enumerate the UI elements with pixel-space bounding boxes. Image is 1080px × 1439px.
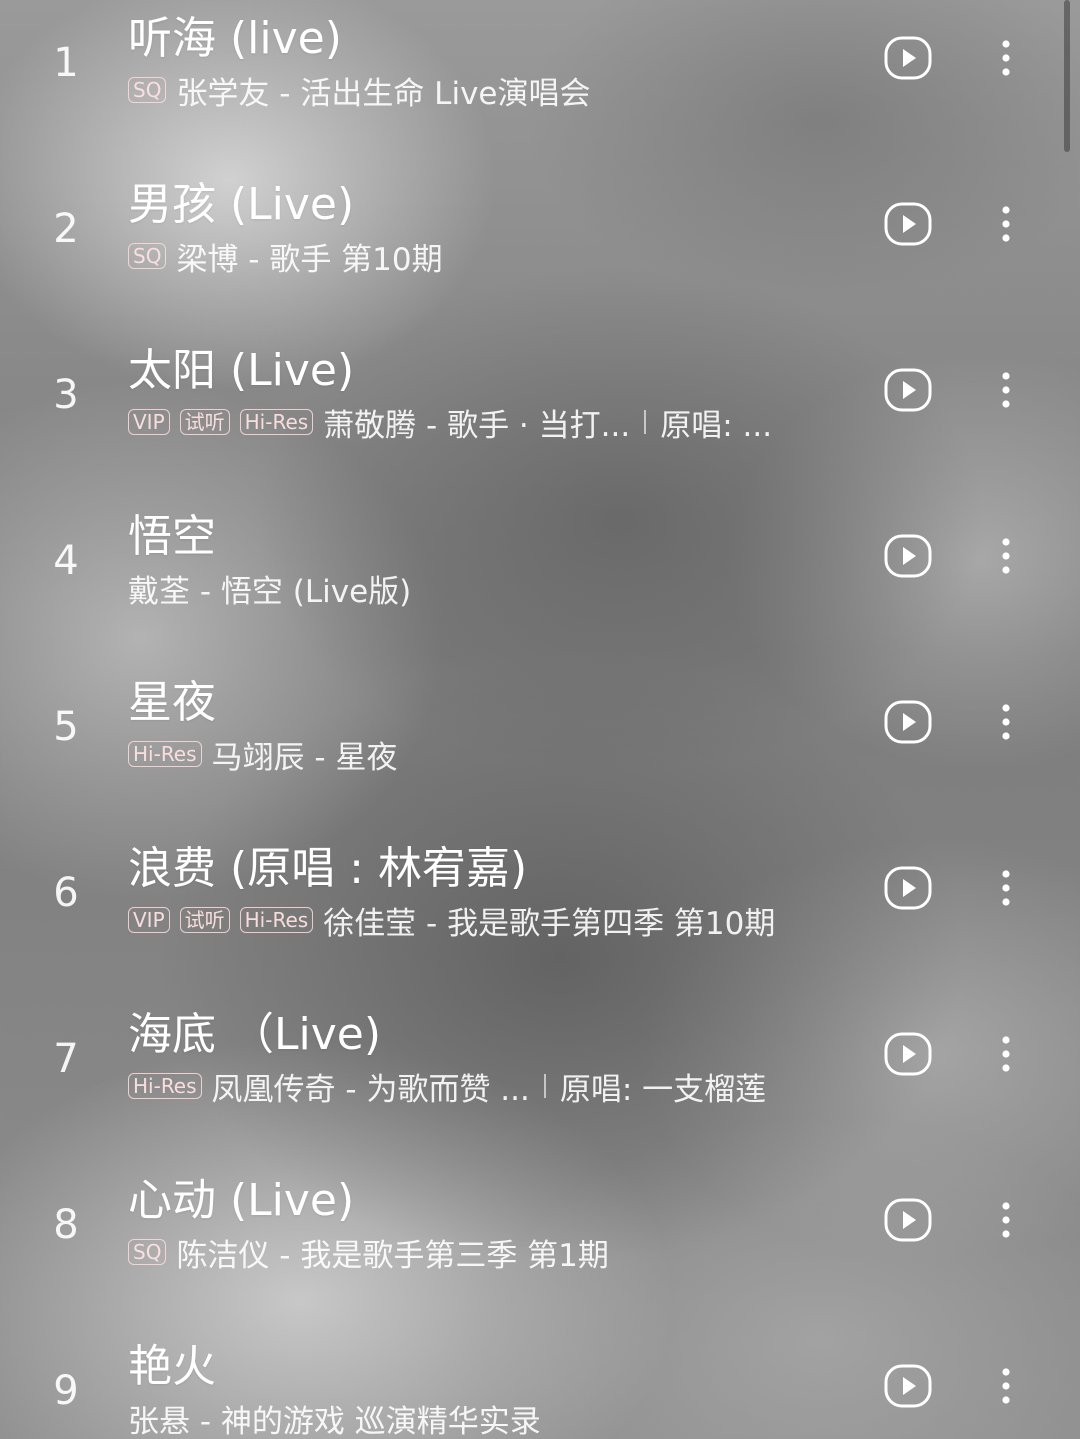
song-row-6[interactable]: 6 浪费 (原唱 : 林宥嘉) VIP 试听 Hi-Res 徐佳莹 - 我是歌手… [0,840,1060,990]
more-vertical-icon [1002,372,1010,408]
play-circle-icon [884,534,932,578]
play-button[interactable] [884,1032,932,1076]
song-row-7[interactable]: 7 海底 （Live) Hi-Res 凤凰传奇 - 为歌而赞 ... 原唱: 一… [0,1006,1060,1156]
song-subtitle: 戴荃 - 悟空 (Live版) [128,573,412,610]
more-options-button[interactable] [994,1364,1018,1408]
song-rank: 3 [53,372,79,418]
more-vertical-icon [1002,1036,1010,1072]
more-options-button[interactable] [994,1032,1018,1076]
play-button[interactable] [884,368,932,412]
song-meta: Hi-Res 凤凰传奇 - 为歌而赞 ... 原唱: 一支榴莲 [128,1066,767,1108]
more-options-button[interactable] [994,534,1018,578]
play-circle-icon [884,202,932,246]
song-title[interactable]: 心动 (Live) [128,1164,354,1228]
song-subtitle: 萧敬腾 - 歌手 · 当打... [323,407,631,444]
song-subtitle: 张悬 - 神的游戏 巡演精华实录 [128,1403,541,1439]
song-title[interactable]: 海底 （Live) [128,998,381,1062]
song-row-5[interactable]: 5 星夜 Hi-Res 马翊辰 - 星夜 [0,674,1060,824]
play-circle-icon [884,1364,932,1408]
song-subtitle: 马翊辰 - 星夜 [211,739,398,776]
song-title[interactable]: 听海 (live) [128,2,342,66]
song-rank: 8 [53,1202,79,1248]
song-row-1[interactable]: 1 听海 (live) SQ 张学友 - 活出生命 Live演唱会 [0,10,1060,160]
song-meta: Hi-Res 马翊辰 - 星夜 [128,734,398,776]
song-meta: 戴荃 - 悟空 (Live版) [128,568,412,610]
song-meta: VIP 试听 Hi-Res 徐佳莹 - 我是歌手第四季 第10期 [128,900,776,942]
song-rank: 5 [53,704,79,750]
song-row-4[interactable]: 4 悟空 戴荃 - 悟空 (Live版) [0,508,1060,658]
vip-badge: VIP [128,409,170,435]
original-singer-note: 原唱: ... [660,407,773,444]
more-vertical-icon [1002,206,1010,242]
song-title[interactable]: 星夜 [128,666,216,730]
song-list: 1 听海 (live) SQ 张学友 - 活出生命 Live演唱会 2 男孩 (… [0,0,1080,1439]
hi-res-badge: Hi-Res [128,741,202,767]
more-vertical-icon [1002,704,1010,740]
song-title[interactable]: 悟空 [128,500,216,564]
song-rank: 2 [53,206,79,252]
play-button[interactable] [884,866,932,910]
song-rank: 9 [53,1368,79,1414]
song-meta: SQ 梁博 - 歌手 第10期 [128,236,443,278]
song-rank: 1 [53,40,79,86]
play-circle-icon [884,36,932,80]
play-circle-icon [884,700,932,744]
more-options-button[interactable] [994,36,1018,80]
song-meta: 张悬 - 神的游戏 巡演精华实录 [128,1398,541,1439]
divider [644,410,647,434]
play-button[interactable] [884,36,932,80]
play-button[interactable] [884,700,932,744]
play-circle-icon [884,368,932,412]
play-button[interactable] [884,1364,932,1408]
play-button[interactable] [884,534,932,578]
hi-res-badge: Hi-Res [239,409,314,435]
quality-badge-sq: SQ [128,243,167,269]
song-meta: VIP 试听 Hi-Res 萧敬腾 - 歌手 · 当打... 原唱: ... [128,402,773,444]
song-subtitle: 张学友 - 活出生命 Live演唱会 [176,75,591,112]
trial-badge: 试听 [179,907,230,933]
song-subtitle: 凤凰传奇 - 为歌而赞 ... [211,1071,530,1108]
song-meta: SQ 张学友 - 活出生命 Live演唱会 [128,70,591,112]
song-title[interactable]: 浪费 (原唱 : 林宥嘉) [128,832,527,896]
hi-res-badge: Hi-Res [128,1073,202,1099]
more-options-button[interactable] [994,700,1018,744]
play-circle-icon [884,1198,932,1242]
quality-badge-sq: SQ [128,77,167,103]
song-title[interactable]: 艳火 [128,1330,216,1394]
song-subtitle: 徐佳莹 - 我是歌手第四季 第10期 [323,905,776,942]
more-vertical-icon [1002,1202,1010,1238]
scrollbar[interactable] [1064,0,1070,152]
song-rank: 6 [53,870,79,916]
play-circle-icon [884,866,932,910]
hi-res-badge: Hi-Res [239,907,314,933]
more-options-button[interactable] [994,866,1018,910]
play-circle-icon [884,1032,932,1076]
divider [543,1074,546,1098]
song-subtitle: 陈洁仪 - 我是歌手第三季 第1期 [176,1237,609,1274]
song-rank: 4 [53,538,79,584]
original-singer-note: 原唱: 一支榴莲 [559,1071,767,1108]
play-button[interactable] [884,1198,932,1242]
trial-badge: 试听 [179,409,230,435]
quality-badge-sq: SQ [128,1239,167,1265]
vip-badge: VIP [128,907,170,933]
song-rank: 7 [53,1036,79,1082]
more-vertical-icon [1002,1368,1010,1404]
more-vertical-icon [1002,870,1010,906]
song-title[interactable]: 男孩 (Live) [128,168,354,232]
song-row-9[interactable]: 9 艳火 张悬 - 神的游戏 巡演精华实录 [0,1338,1060,1439]
more-options-button[interactable] [994,202,1018,246]
more-vertical-icon [1002,538,1010,574]
play-button[interactable] [884,202,932,246]
song-subtitle: 梁博 - 歌手 第10期 [176,241,443,278]
song-meta: SQ 陈洁仪 - 我是歌手第三季 第1期 [128,1232,609,1274]
song-title[interactable]: 太阳 (Live) [128,334,354,398]
more-options-button[interactable] [994,368,1018,412]
more-vertical-icon [1002,40,1010,76]
song-row-8[interactable]: 8 心动 (Live) SQ 陈洁仪 - 我是歌手第三季 第1期 [0,1172,1060,1322]
song-row-3[interactable]: 3 太阳 (Live) VIP 试听 Hi-Res 萧敬腾 - 歌手 · 当打.… [0,342,1060,492]
more-options-button[interactable] [994,1198,1018,1242]
song-row-2[interactable]: 2 男孩 (Live) SQ 梁博 - 歌手 第10期 [0,176,1060,326]
